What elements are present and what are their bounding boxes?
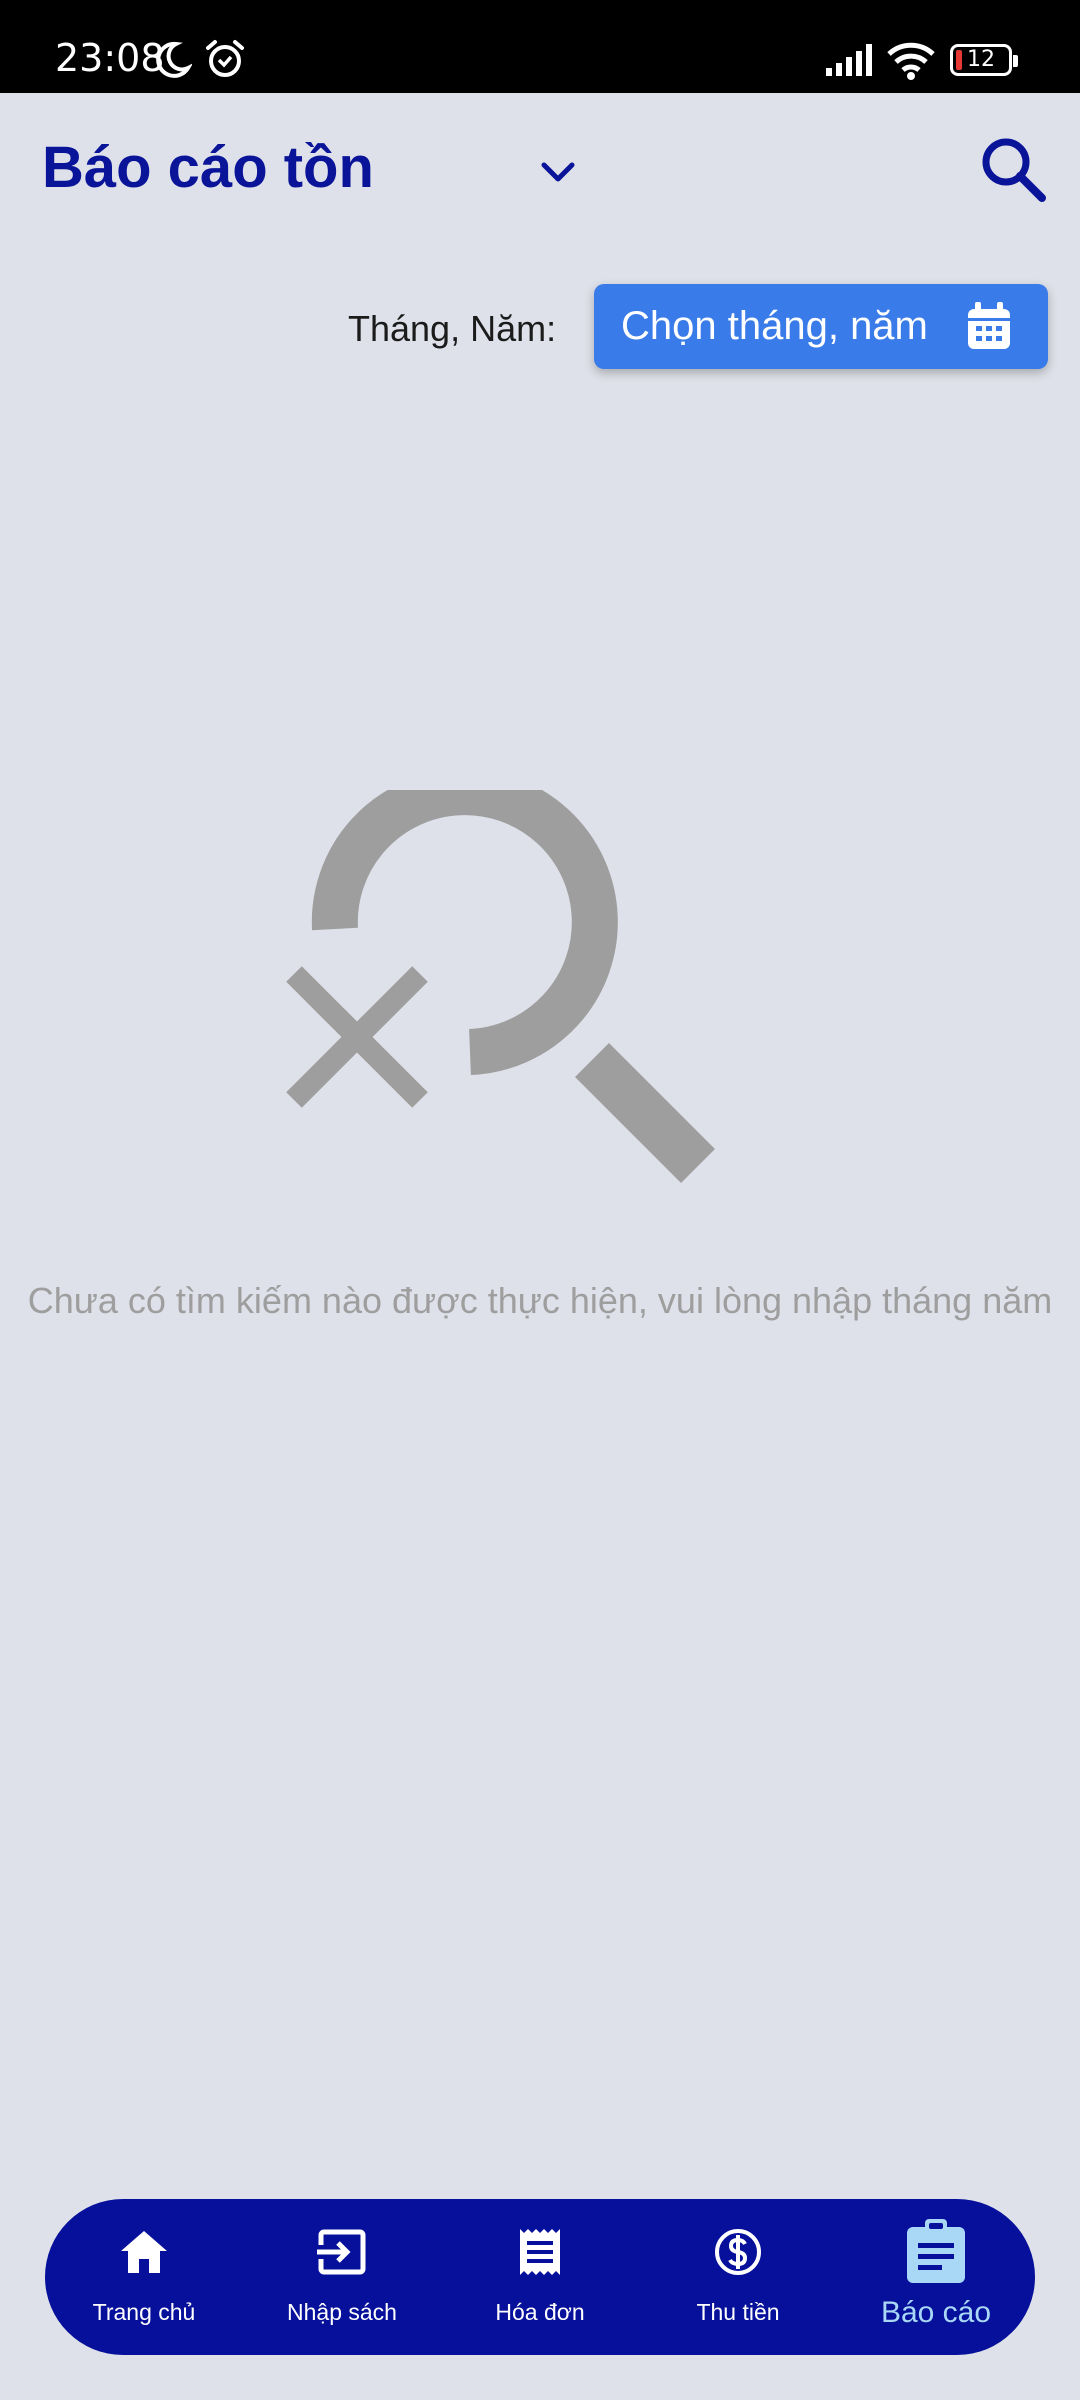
signal-icon	[826, 44, 872, 76]
chevron-down-icon[interactable]	[536, 150, 580, 194]
nav-item-report[interactable]: Báo cáo	[837, 2199, 1035, 2355]
clipboard-icon	[907, 2219, 965, 2283]
page-title[interactable]: Báo cáo tồn	[42, 134, 374, 201]
input-icon	[317, 2229, 366, 2275]
choose-month-year-label: Chọn tháng, năm	[621, 304, 928, 348]
nav-item-home[interactable]: Trang chủ	[45, 2199, 243, 2355]
nav-label-import-books: Nhập sách	[287, 2299, 397, 2325]
calendar-icon	[968, 302, 1010, 349]
receipt-icon	[520, 2229, 560, 2275]
nav-item-invoice[interactable]: Hóa đơn	[441, 2199, 639, 2355]
empty-state-message: Chưa có tìm kiếm nào được thực hiện, vui…	[27, 1280, 1053, 1321]
choose-month-year-button[interactable]: Chọn tháng, năm	[594, 284, 1048, 369]
nav-label-report: Báo cáo	[880, 2296, 992, 2329]
alarm-icon	[206, 40, 244, 77]
home-icon	[121, 2231, 167, 2273]
nav-label-invoice: Hóa đơn	[495, 2299, 585, 2325]
battery-level: 12	[967, 47, 995, 72]
search-off-icon	[286, 790, 715, 1183]
nav-label-home: Trang chủ	[92, 2299, 196, 2325]
wifi-icon	[887, 42, 935, 80]
nav-label-collect-money: Thu tiền	[696, 2299, 780, 2325]
search-icon[interactable]	[978, 134, 1048, 204]
dollar-icon	[715, 2229, 761, 2275]
bottom-navigation: Trang chủ Nhập sách Hóa đơn Thu tiền Báo…	[45, 2199, 1035, 2355]
status-bar: 23:08 12	[0, 0, 1080, 93]
month-year-label: Tháng, Năm:	[348, 308, 557, 349]
nav-item-import-books[interactable]: Nhập sách	[243, 2199, 441, 2355]
status-time: 23:08	[55, 36, 165, 80]
moon-icon	[156, 41, 192, 78]
nav-item-collect-money[interactable]: Thu tiền	[639, 2199, 837, 2355]
battery-icon: 12	[950, 44, 1018, 76]
